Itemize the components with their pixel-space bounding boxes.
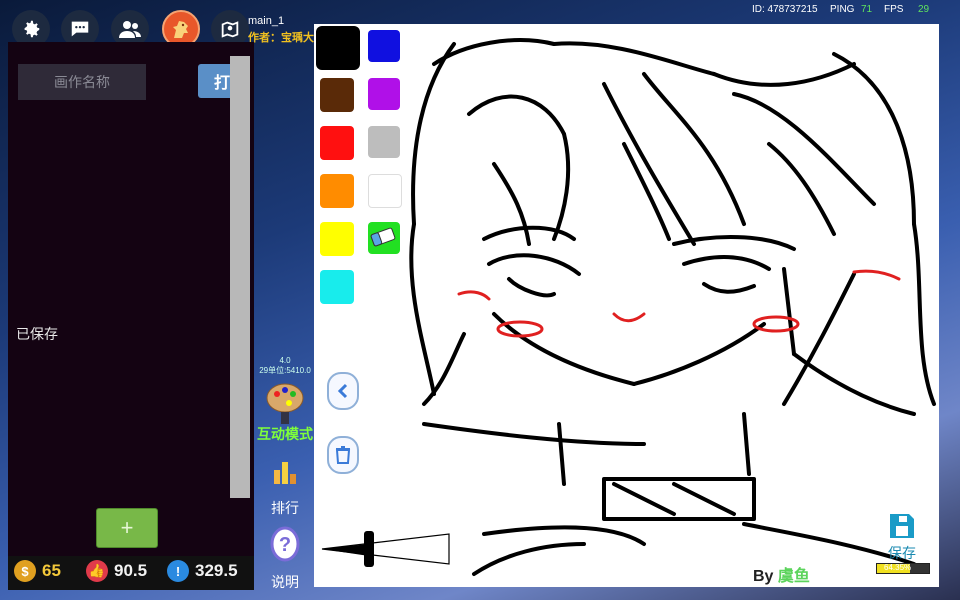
eraser-button[interactable] bbox=[366, 222, 400, 250]
collapse-palette-button[interactable] bbox=[327, 372, 359, 410]
alert-value: 329.5 bbox=[195, 561, 238, 580]
drawing-canvas[interactable] bbox=[314, 24, 939, 587]
palette-icon bbox=[266, 383, 304, 424]
interactive-mode-label[interactable]: 互动模式 bbox=[254, 424, 316, 444]
coin-icon: $ bbox=[14, 560, 36, 582]
add-artwork-button[interactable]: + bbox=[96, 508, 158, 548]
floppy-disk-icon bbox=[890, 514, 914, 538]
signature-prefix: By bbox=[753, 568, 774, 585]
thumbs-up-icon: 👍 bbox=[86, 560, 108, 582]
color-swatch[interactable] bbox=[320, 270, 354, 304]
save-progress-text: 64.35% bbox=[884, 563, 912, 572]
map-name: main_1 bbox=[248, 15, 285, 27]
alert-stat: ! 329.5 bbox=[167, 560, 238, 582]
color-swatch[interactable] bbox=[320, 174, 354, 208]
signature: By 虞鱼 bbox=[753, 562, 810, 586]
color-swatch[interactable] bbox=[368, 126, 400, 158]
side-menu: 4.0 29单位:5410.0 互动模式 排行 ? 说明 bbox=[254, 356, 314, 600]
friends-icon bbox=[119, 21, 141, 38]
question-icon: ? bbox=[270, 526, 300, 562]
eraser-icon bbox=[370, 227, 396, 247]
color-swatch[interactable] bbox=[320, 78, 354, 112]
save-label: 保存 bbox=[888, 545, 916, 561]
clear-canvas-button[interactable] bbox=[327, 436, 359, 474]
help-label: 说明 bbox=[271, 574, 299, 590]
map-pin-icon bbox=[221, 21, 239, 38]
exclamation-icon: ! bbox=[167, 560, 189, 582]
author-line: 作者：宝瑀大 bbox=[248, 29, 314, 45]
author-name: 宝瑀大 bbox=[281, 32, 314, 44]
artwork-name-input[interactable]: 画作名称 bbox=[18, 64, 146, 100]
fps-label: FPS bbox=[884, 4, 904, 15]
signature-name: 虞鱼 bbox=[777, 568, 810, 585]
brush-size-handle bbox=[364, 531, 374, 567]
coin-stat: $ 65 bbox=[14, 560, 61, 582]
player-id: ID: 478737215 bbox=[752, 4, 818, 15]
painter-character[interactable] bbox=[254, 376, 316, 429]
like-stat: 👍 90.5 bbox=[86, 560, 147, 582]
color-swatch[interactable] bbox=[368, 78, 400, 110]
like-value: 90.5 bbox=[114, 561, 148, 580]
player-small-text-1: 4.0 bbox=[279, 356, 291, 365]
ping-value: 71 bbox=[861, 4, 873, 15]
chat-icon bbox=[71, 21, 89, 37]
ranking-label: 排行 bbox=[271, 500, 299, 516]
player-small-text-2: 29单位:5410.0 bbox=[259, 366, 311, 375]
fps-value: 29 bbox=[918, 4, 930, 15]
color-swatch[interactable] bbox=[316, 26, 360, 70]
color-swatch[interactable] bbox=[368, 174, 402, 208]
ping-label: PING bbox=[830, 4, 855, 15]
list-scrollbar[interactable] bbox=[230, 56, 250, 498]
ranking-button[interactable] bbox=[254, 456, 316, 489]
gear-icon bbox=[24, 20, 40, 38]
color-swatch[interactable] bbox=[320, 126, 354, 160]
saved-label: 已保存 bbox=[16, 326, 58, 342]
chevron-left-icon bbox=[337, 383, 348, 399]
sketch-drawing bbox=[321, 38, 936, 576]
color-swatch[interactable] bbox=[368, 30, 400, 62]
artwork-list-panel bbox=[8, 42, 254, 556]
ranking-icon bbox=[274, 462, 296, 484]
trash-icon bbox=[335, 446, 351, 464]
color-swatch[interactable] bbox=[320, 222, 354, 256]
svg-text:?: ? bbox=[279, 534, 291, 556]
coin-value: 65 bbox=[42, 561, 61, 580]
help-button[interactable]: ? bbox=[254, 526, 316, 565]
save-button[interactable]: 保存 bbox=[884, 512, 920, 563]
horse-icon bbox=[173, 21, 188, 38]
